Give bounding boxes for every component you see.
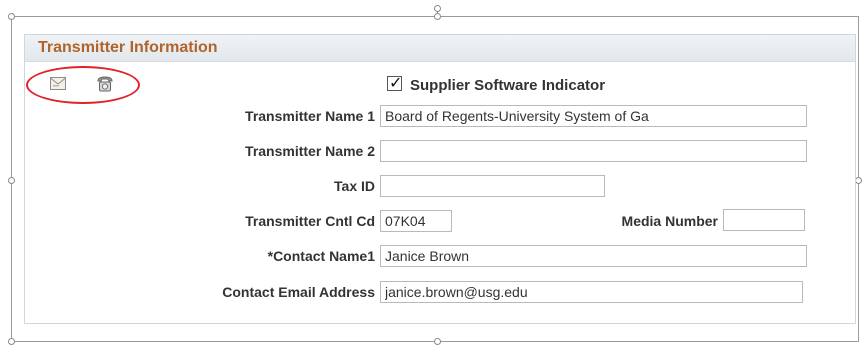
- resize-handle-left[interactable]: [8, 177, 15, 184]
- resize-handle-top[interactable]: [434, 13, 441, 20]
- resize-handle-top-left[interactable]: [8, 13, 15, 20]
- supplier-software-checkbox[interactable]: ✓: [387, 75, 403, 92]
- contact-name1-input[interactable]: [380, 245, 807, 267]
- resize-handle-bottom-left[interactable]: [8, 338, 15, 345]
- checkmark-icon: ✓: [389, 75, 403, 92]
- media-number-input[interactable]: [723, 209, 805, 231]
- contact-name1-label: *Contact Name1: [267, 248, 375, 264]
- transmitter-name-2-input[interactable]: [380, 140, 807, 162]
- resize-handle-bottom[interactable]: [434, 338, 441, 345]
- panel-header: Transmitter Information: [25, 35, 855, 62]
- resize-handle-right[interactable]: [855, 177, 862, 184]
- tax-id-input[interactable]: [380, 175, 605, 197]
- transmitter-cntl-cd-input[interactable]: [380, 210, 452, 232]
- transmitter-name-1-label: Transmitter Name 1: [245, 108, 375, 124]
- media-number-label: Media Number: [621, 213, 718, 229]
- transmitter-name-2-label: Transmitter Name 2: [245, 143, 375, 159]
- supplier-software-label: Supplier Software Indicator: [410, 77, 606, 94]
- contact-email-input[interactable]: [380, 281, 803, 303]
- panel-title: Transmitter Information: [38, 39, 218, 56]
- tax-id-label: Tax ID: [334, 178, 375, 194]
- transmitter-name-1-input[interactable]: [380, 105, 807, 127]
- transmitter-cntl-cd-label: Transmitter Cntl Cd: [245, 213, 375, 229]
- contact-email-label: Contact Email Address: [222, 284, 375, 300]
- red-annotation-circle: [26, 66, 140, 104]
- rotation-handle[interactable]: [434, 5, 441, 12]
